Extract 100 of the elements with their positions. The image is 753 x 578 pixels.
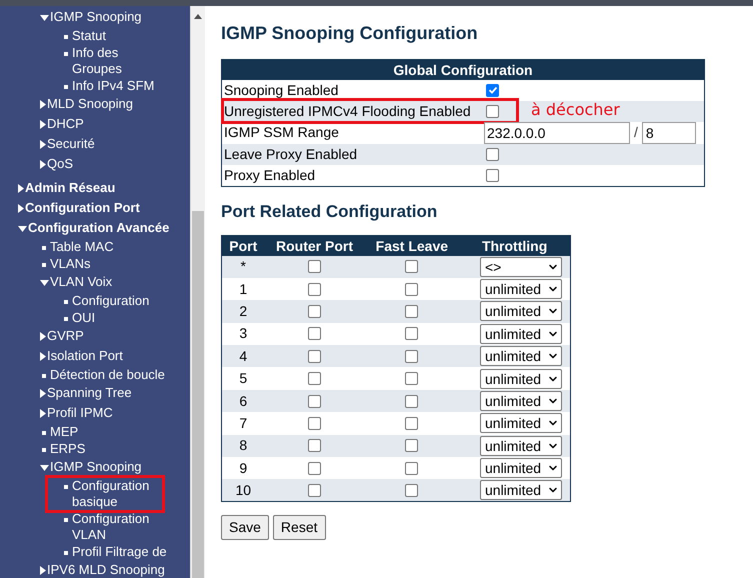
port-number: 5	[239, 370, 248, 386]
bullet-icon	[42, 430, 46, 434]
port-number: 6	[239, 392, 248, 409]
nav-item[interactable]: GVRP	[40, 328, 84, 344]
checkbox[interactable]	[486, 104, 499, 118]
nav-item[interactable]: Configuration	[62, 292, 150, 308]
page-title: IGMP Snooping Configuration	[221, 22, 479, 45]
nav-item[interactable]: Profil Filtrage de	[62, 544, 167, 560]
port-number: 8	[239, 437, 248, 454]
throttling-select[interactable]: unlimited	[480, 480, 562, 500]
checkbox[interactable]	[308, 439, 321, 452]
checkbox[interactable]	[405, 462, 418, 475]
checkbox[interactable]	[405, 372, 418, 386]
checkbox[interactable]	[308, 260, 321, 274]
address-field[interactable]: 232.0.0.0	[484, 122, 630, 144]
setting-label: Leave Proxy Enabled	[224, 144, 358, 164]
checkbox[interactable]	[308, 462, 321, 475]
checkbox[interactable]	[308, 372, 321, 386]
throttling-select[interactable]: unlimited	[480, 346, 562, 366]
bullet-icon	[42, 374, 46, 378]
nav-item[interactable]: Isolation Port	[40, 348, 123, 364]
nav-item[interactable]: Détection de boucle	[40, 366, 165, 382]
throttling-select[interactable]: unlimited	[480, 324, 562, 344]
bullet-icon	[42, 246, 46, 250]
throttling-select[interactable]: unlimited	[480, 279, 562, 300]
checkbox[interactable]	[405, 304, 418, 318]
bullet-icon	[42, 448, 46, 452]
checkbox[interactable]	[308, 350, 321, 363]
port-number: 7	[239, 414, 248, 431]
nav-item[interactable]: Info IPv4 SFM	[62, 78, 154, 94]
nav-item[interactable]: Admin Réseau	[18, 180, 116, 196]
bullet-icon	[42, 262, 46, 266]
nav-item[interactable]: Configuration VLAN	[62, 510, 168, 542]
nav-item[interactable]: Info des Groupes	[62, 44, 168, 76]
throttling-select[interactable]: unlimited	[480, 458, 562, 478]
nav-item[interactable]: IGMP Snooping	[40, 9, 142, 25]
throttling-select[interactable]: unlimited	[480, 391, 562, 412]
nav-item[interactable]: VLANs	[40, 256, 90, 272]
bullet-icon	[64, 550, 68, 554]
form-button[interactable]: Reset	[272, 515, 326, 540]
nav-item[interactable]: DHCP	[40, 116, 84, 132]
bullet-icon	[64, 34, 68, 38]
throttling-select[interactable]: <>	[480, 256, 562, 277]
checkbox[interactable]	[308, 394, 321, 408]
checkbox[interactable]	[308, 416, 321, 430]
nav-item[interactable]: IPV6 MLD Snooping	[40, 562, 165, 578]
checkbox[interactable]	[405, 439, 418, 452]
throttling-select[interactable]: unlimited	[480, 368, 562, 389]
checkbox[interactable]	[405, 394, 418, 408]
nav-item[interactable]: Statut	[62, 28, 106, 44]
nav-item[interactable]: QoS	[40, 156, 74, 172]
setting-label: IGMP SSM Range	[224, 123, 340, 142]
bullet-icon	[64, 316, 68, 320]
checkbox[interactable]	[308, 304, 321, 318]
port-number: 9	[239, 460, 248, 476]
checkbox[interactable]	[308, 484, 321, 497]
nav-item[interactable]: Configuration Port	[18, 200, 140, 216]
throttling-select[interactable]: unlimited	[480, 301, 562, 322]
checkbox[interactable]	[486, 84, 499, 96]
checkbox[interactable]	[405, 350, 418, 363]
scrollbar-thumb[interactable]	[192, 211, 204, 578]
checkbox[interactable]	[486, 168, 499, 182]
setting-label: Snooping Enabled	[224, 80, 340, 100]
nav-item[interactable]: OUI	[62, 310, 96, 326]
nav-item[interactable]: Profil IPMC	[40, 405, 113, 421]
nav-item[interactable]: Configuration basique	[48, 478, 162, 510]
annotation-text: à décocher	[531, 98, 620, 120]
nav-item[interactable]: Securité	[40, 136, 95, 152]
port-number: 10	[235, 482, 252, 498]
checkbox[interactable]	[405, 484, 418, 497]
checkbox[interactable]	[486, 148, 499, 160]
nav-item[interactable]: Spanning Tree	[40, 385, 132, 401]
nav-item[interactable]: Table MAC	[40, 238, 114, 254]
port-number: 4	[239, 348, 248, 364]
mask-field[interactable]: 8	[642, 122, 696, 144]
throttling-select[interactable]: unlimited	[480, 413, 562, 434]
separator: /	[634, 123, 638, 142]
checkbox[interactable]	[405, 416, 418, 430]
nav-item[interactable]: Configuration Avancée	[18, 220, 170, 236]
column-header: Router Port	[264, 236, 365, 256]
port-number: 2	[239, 302, 248, 319]
scroll-up-arrow-icon[interactable]	[194, 14, 202, 19]
form-button[interactable]: Save	[221, 515, 269, 540]
nav-item[interactable]: MEP	[40, 424, 78, 440]
scrollbar[interactable]	[190, 6, 205, 578]
port-number: 3	[239, 325, 248, 342]
bullet-icon	[64, 300, 68, 304]
table-header: Global Configuration	[222, 60, 704, 80]
nav-item[interactable]: ERPS	[40, 440, 86, 456]
nav-item[interactable]: IGMP Snooping	[40, 459, 142, 475]
checkbox[interactable]	[308, 282, 321, 296]
nav-item[interactable]: MLD Snooping	[40, 96, 133, 112]
throttling-select[interactable]: unlimited	[480, 436, 562, 456]
nav-item[interactable]: VLAN Voix	[40, 274, 112, 290]
checkbox[interactable]	[405, 282, 418, 296]
checkbox[interactable]	[308, 327, 321, 340]
column-header: Fast Leave	[364, 236, 460, 256]
checkbox[interactable]	[405, 260, 418, 274]
column-header: Throttling	[459, 236, 570, 256]
checkbox[interactable]	[405, 327, 418, 340]
